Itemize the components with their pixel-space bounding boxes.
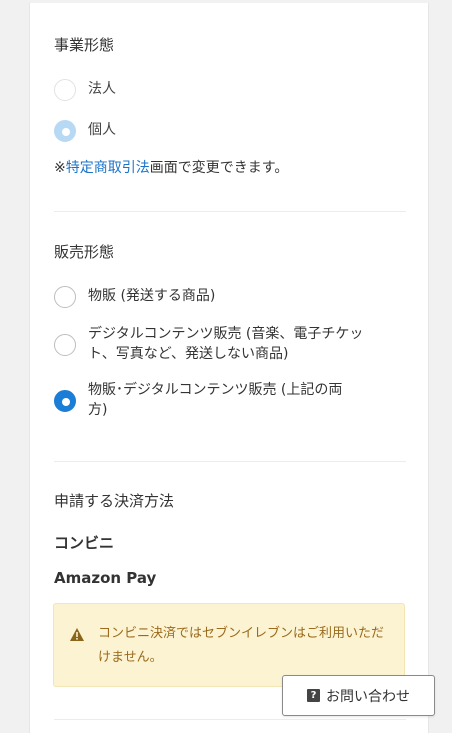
radio-corporate-circle[interactable] [54, 79, 76, 101]
radio-individual-circle[interactable] [54, 120, 76, 142]
section-divider [54, 211, 406, 212]
warning-icon [70, 628, 84, 641]
contact-button[interactable]: ? お問い合わせ [282, 675, 435, 716]
radio-digital-content-circle[interactable] [54, 334, 76, 356]
tokushoho-link[interactable]: 特定商取引法 [66, 160, 150, 176]
radio-digital-content-label: デジタルコンテンツ販売 (音楽、電子チケッ ト、写真など、発送しない商品) [88, 326, 364, 362]
radio-corporate[interactable]: 法人 [54, 79, 116, 101]
radio-physical-goods-label: 物販 (発送する商品) [88, 288, 216, 304]
warning-text: コンビニ決済ではセブンイレブンはご利用いただけません。 [98, 626, 385, 665]
section-divider [54, 719, 406, 720]
payment-method-amazon-pay: Amazon Pay [54, 569, 157, 587]
contact-button-label: お問い合わせ [326, 688, 410, 705]
radio-physical-goods[interactable]: 物販 (発送する商品) [54, 286, 215, 308]
radio-individual-label: 個人 [88, 122, 116, 138]
business-type-title: 事業形態 [54, 36, 115, 54]
radio-digital-content[interactable]: デジタルコンテンツ販売 (音楽、電子チケッ ト、写真など、発送しない商品) [54, 324, 363, 364]
question-icon: ? [307, 689, 320, 702]
radio-corporate-label: 法人 [88, 81, 116, 97]
radio-physical-goods-circle[interactable] [54, 286, 76, 308]
sales-type-title: 販売形態 [54, 243, 115, 261]
radio-individual[interactable]: 個人 [54, 120, 116, 142]
payment-method-convenience: コンビニ [54, 534, 115, 552]
radio-both-circle[interactable] [54, 390, 76, 412]
payment-title: 申請する決済方法 [54, 492, 175, 510]
radio-both[interactable]: 物販･デジタルコンテンツ販売 (上記の両 方) [54, 380, 342, 420]
section-divider [54, 461, 406, 462]
business-type-note: ※特定商取引法画面で変更できます。 [54, 160, 289, 176]
radio-both-label: 物販･デジタルコンテンツ販売 (上記の両 方) [88, 382, 343, 418]
